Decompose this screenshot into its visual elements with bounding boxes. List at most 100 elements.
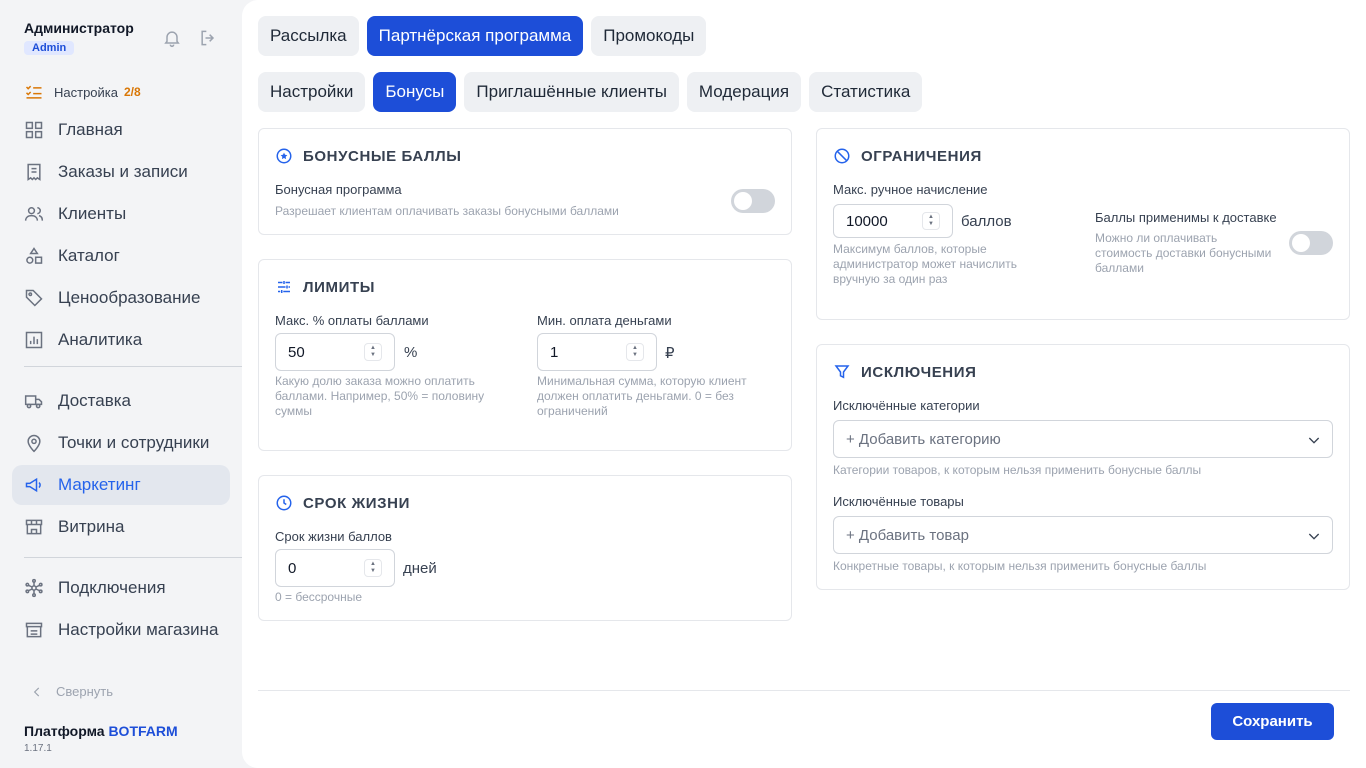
star-circle-icon [276,148,292,164]
manual-accrual-input[interactable]: 10000 ▲ ▼ [833,204,953,238]
sidebar-item-label: Маркетинг [58,475,141,494]
collapse-label: Свернуть [56,684,114,699]
excluded-products-hint: Конкретные товары, к которым нельзя прим… [833,559,1207,573]
nav-group-main: Главная Заказы и записи Клиенты Каталог … [12,110,230,362]
min-money-stepper[interactable]: ▲ ▼ [626,343,644,361]
sidebar-item-store-settings[interactable]: Настройки магазина [12,610,230,650]
platform-prefix: Платформа [24,723,105,739]
sidebar-item-analytics[interactable]: Аналитика [12,320,230,360]
manual-accrual-stepper[interactable]: ▲ ▼ [922,212,940,230]
users-icon [24,207,44,221]
tab-settings[interactable]: Настройки [258,72,366,112]
tab-mailing[interactable]: Рассылка [258,16,359,56]
max-percent-unit: % [404,344,418,361]
sidebar-item-label: Настройки магазина [58,620,219,639]
sidebar-item-catalog[interactable]: Каталог [12,236,230,276]
sidebar-item-pricing[interactable]: Ценообразование [12,278,230,318]
truck-icon [24,395,43,409]
min-money-unit: ₽ [665,345,675,362]
sidebar-item-label: Каталог [58,246,120,265]
card-title-text: ЛИМИТЫ [303,278,376,296]
sidebar-item-label: Точки и сотрудники [58,433,210,452]
setup-progress[interactable]: Настройка 2/8 [24,82,141,102]
main-panel: Рассылка Партнёрская программа Промокоды… [242,0,1366,768]
save-button[interactable]: Сохранить [1211,703,1334,740]
sidebar-item-home[interactable]: Главная [12,110,230,150]
network-icon [25,578,43,598]
sidebar-item-marketing[interactable]: Маркетинг [12,465,230,505]
card-title-text: ИСКЛЮЧЕНИЯ [861,363,977,381]
sidebar-item-storefront[interactable]: Витрина [12,507,230,547]
max-percent-label: Макс. % оплаты баллами [275,313,429,328]
lifetime-card: СРОК ЖИЗНИ Срок жизни баллов 0 ▲ ▼ дней 0… [258,475,792,621]
sidebar-item-label: Клиенты [58,204,127,223]
user-block: Администратор Admin [24,20,134,56]
platform-name: Платформа BOTFARM [24,723,178,739]
logout-icon[interactable] [198,28,218,48]
tab-invited-clients[interactable]: Приглашённые клиенты [464,72,679,112]
max-percent-stepper[interactable]: ▲ ▼ [364,343,382,361]
manual-accrual-label: Макс. ручное начисление [833,182,988,197]
sidebar: Администратор Admin Настройка 2/8 Главна… [0,0,250,768]
bonus-points-card: БОНУСНЫЕ БАЛЛЫ Бонусная программа Разреш… [258,128,792,235]
restrictions-card: ОГРАНИЧЕНИЯ Макс. ручное начисление 1000… [816,128,1350,320]
setup-label: Настройка [54,84,118,100]
tab-moderation[interactable]: Модерация [686,72,802,112]
min-money-input[interactable]: 1 ▲ ▼ [537,333,657,371]
tab-partner-program[interactable]: Партнёрская программа [366,16,584,56]
lifetime-stepper[interactable]: ▲ ▼ [364,559,382,577]
sidebar-item-label: Главная [58,120,123,139]
sidebar-item-delivery[interactable]: Доставка [12,381,230,421]
checklist-icon [25,85,42,99]
platform-brand: BOTFARM [108,723,178,739]
bonus-program-toggle[interactable] [731,189,775,213]
role-badge: Admin [24,41,75,55]
excluded-categories-select[interactable]: + Добавить категорию [833,420,1333,458]
lifetime-label: Срок жизни баллов [275,529,392,544]
sidebar-item-label: Ценообразование [58,288,201,307]
tag-icon [25,289,43,307]
max-percent-hint: Какую долю заказа можно оплатить баллами… [275,374,485,418]
card-title: ЛИМИТЫ [275,278,375,296]
card-title: СРОК ЖИЗНИ [275,494,410,512]
tab-bonuses[interactable]: Бонусы [373,72,457,112]
tab-promocodes[interactable]: Промокоды [591,16,707,56]
tab-statistics[interactable]: Статистика [809,72,923,112]
sidebar-item-label: Аналитика [58,330,143,349]
nav-group-settings: Подключения Настройки магазина [12,568,230,652]
store-icon [25,519,43,535]
shapes-icon [26,247,43,264]
excluded-products-select[interactable]: + Добавить товар [833,516,1333,554]
map-pin-icon [27,434,41,453]
card-title-text: ОГРАНИЧЕНИЯ [861,147,982,165]
sidebar-item-orders[interactable]: Заказы и записи [12,152,230,192]
collapse-sidebar-button[interactable]: Свернуть [30,684,113,699]
min-money-hint: Минимальная сумма, которую клиент должен… [537,374,747,418]
nav-group-ops: Доставка Точки и сотрудники Маркетинг Ви… [12,381,230,549]
delivery-points-label: Баллы применимы к доставке [1095,210,1277,225]
setup-progress-count: 2/8 [124,85,141,99]
exclusions-card: ИСКЛЮЧЕНИЯ Исключённые категории + Добав… [816,344,1350,590]
delivery-points-hint: Можно ли оплачивать стоимость доставки б… [1095,231,1272,275]
sidebar-item-points[interactable]: Точки и сотрудники [12,423,230,463]
sidebar-item-label: Подключения [58,578,166,597]
manual-accrual-unit: баллов [961,213,1012,230]
clock-icon [276,495,292,511]
limits-card: ЛИМИТЫ Макс. % оплаты баллами 50 ▲ ▼ % Ка… [258,259,792,451]
top-tabs: Рассылка Партнёрская программа Промокоды [258,16,707,56]
chevron-left-icon [33,687,40,696]
footer-divider [258,690,1350,691]
lifetime-input[interactable]: 0 ▲ ▼ [275,549,395,587]
lifetime-unit: дней [403,560,437,577]
user-name: Администратор [24,20,134,36]
delivery-points-toggle[interactable] [1289,231,1333,255]
card-title-text: БОНУСНЫЕ БАЛЛЫ [303,147,462,165]
card-title: ОГРАНИЧЕНИЯ [833,147,982,165]
platform-version: 1.17.1 [24,743,52,754]
sidebar-item-connections[interactable]: Подключения [12,568,230,608]
max-percent-input[interactable]: 50 ▲ ▼ [275,333,395,371]
bonus-program-hint: Разрешает клиентам оплачивать заказы бон… [275,204,619,218]
sidebar-item-clients[interactable]: Клиенты [12,194,230,234]
bell-icon[interactable] [162,28,182,48]
bonus-program-label: Бонусная программа [275,182,402,197]
